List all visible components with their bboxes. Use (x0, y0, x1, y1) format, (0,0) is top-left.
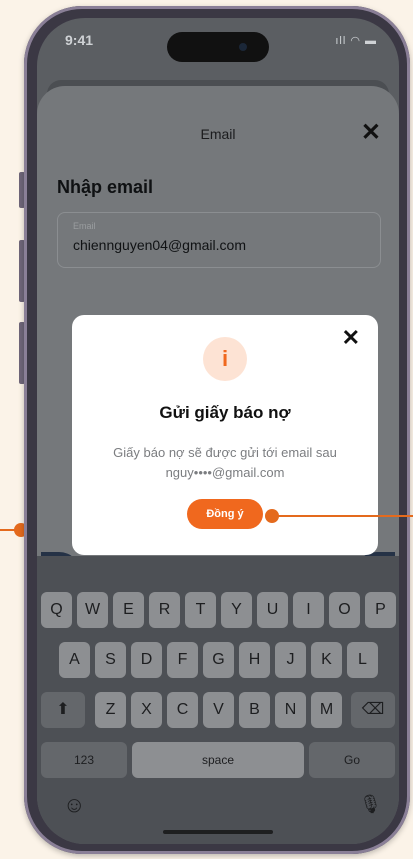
key-i[interactable]: I (293, 592, 324, 628)
key-e[interactable]: E (113, 592, 144, 628)
key-q[interactable]: Q (41, 592, 72, 628)
key-v[interactable]: V (203, 692, 234, 728)
sheet-title: Email (200, 126, 236, 142)
sheet-close-icon[interactable]: ✕ (361, 118, 381, 147)
camera-icon (239, 43, 247, 51)
key-k[interactable]: K (311, 642, 342, 678)
keyboard: QWERTYUIOP ASDFGHJKL ZXCVBNM ⬆ ⌫ 123 spa… (37, 556, 399, 844)
dynamic-island (167, 32, 269, 62)
key-c[interactable]: C (167, 692, 198, 728)
callout-dot-right (265, 509, 279, 523)
key-z[interactable]: Z (95, 692, 126, 728)
key-d[interactable]: D (131, 642, 162, 678)
dialog-message-line2: nguy••••@gmail.com (165, 465, 285, 480)
key-r[interactable]: R (149, 592, 180, 628)
dialog-message-line1: Giấy báo nợ sẽ được gửi tới email sau (113, 445, 337, 460)
key-n[interactable]: N (275, 692, 306, 728)
key-m[interactable]: M (311, 692, 342, 728)
numbers-key[interactable]: 123 (41, 742, 127, 778)
info-icon: i (203, 337, 247, 381)
key-w[interactable]: W (77, 592, 108, 628)
status-bar: 9:41 ıll ◠ ▬ (37, 18, 399, 78)
key-u[interactable]: U (257, 592, 288, 628)
key-o[interactable]: O (329, 592, 360, 628)
key-p[interactable]: P (365, 592, 396, 628)
dialog-title: Gửi giấy báo nợ (159, 403, 291, 422)
go-key[interactable]: Go (309, 742, 395, 778)
key-l[interactable]: L (347, 642, 378, 678)
delete-key[interactable]: ⌫ (351, 692, 395, 728)
key-s[interactable]: S (95, 642, 126, 678)
phone-screen: 9:41 ıll ◠ ▬ Email ✕ Nhập email Email ch… (37, 18, 399, 844)
callout-line-right (271, 515, 413, 517)
debit-notice-dialog: ✕ i Gửi giấy báo nợ Giấy báo nợ sẽ được … (72, 315, 378, 555)
emoji-icon[interactable]: ☺ (63, 792, 85, 818)
email-field-label: Email (73, 221, 96, 231)
status-time: 9:41 (65, 32, 94, 48)
email-field-value: chiennguyen04@gmail.com (73, 237, 246, 253)
microphone-icon[interactable]: 🎙 (359, 794, 382, 815)
home-indicator (163, 830, 273, 834)
shift-key[interactable]: ⬆ (41, 692, 85, 728)
page-heading: Nhập email (57, 177, 154, 197)
key-t[interactable]: T (185, 592, 216, 628)
space-key[interactable]: space (132, 742, 304, 778)
status-icons: ıll ◠ ▬ (335, 35, 377, 47)
key-a[interactable]: A (59, 642, 90, 678)
key-g[interactable]: G (203, 642, 234, 678)
key-h[interactable]: H (239, 642, 270, 678)
key-j[interactable]: J (275, 642, 306, 678)
email-field[interactable]: Email chiennguyen04@gmail.com (57, 212, 381, 268)
key-y[interactable]: Y (221, 592, 252, 628)
confirm-button[interactable]: Đồng ý (187, 499, 263, 529)
key-b[interactable]: B (239, 692, 270, 728)
dialog-close-icon[interactable]: ✕ (342, 325, 360, 351)
key-x[interactable]: X (131, 692, 162, 728)
key-f[interactable]: F (167, 642, 198, 678)
